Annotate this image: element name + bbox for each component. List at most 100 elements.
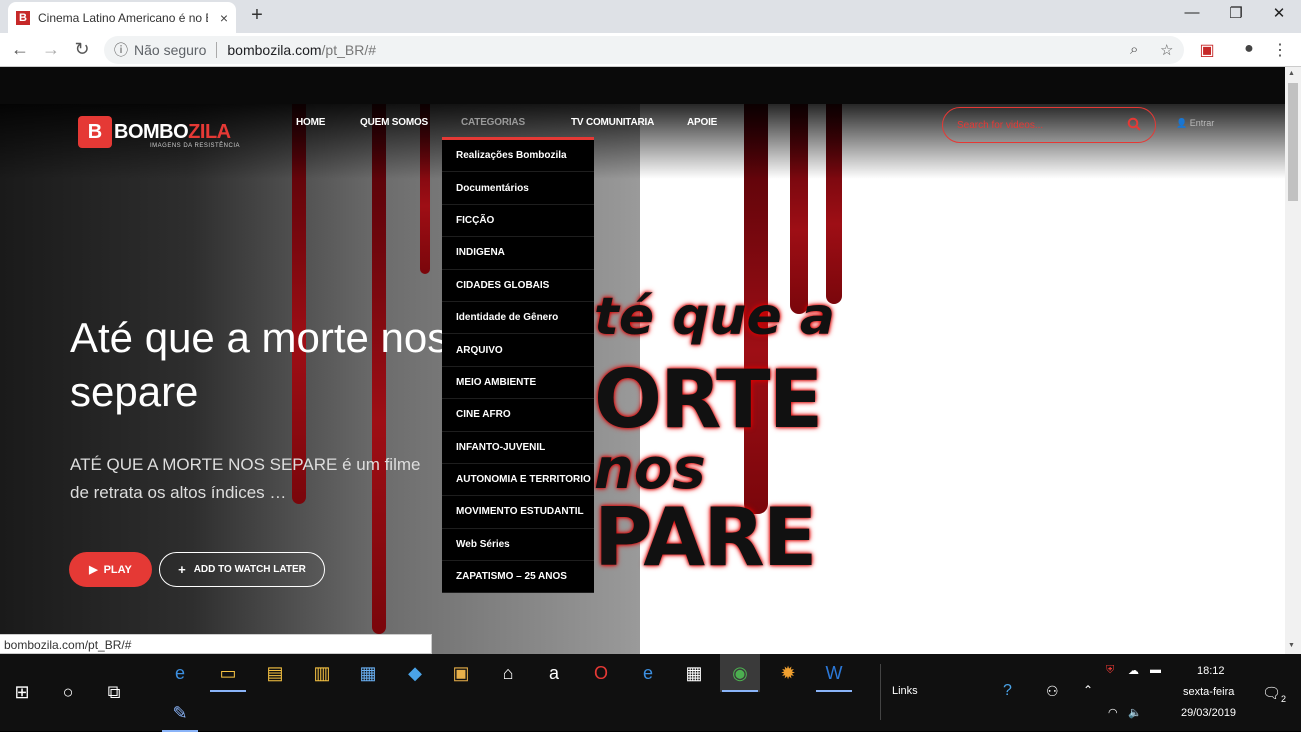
category-menu-item[interactable]: INFANTO-JUVENIL [442, 432, 594, 464]
amazon-icon[interactable]: a [534, 654, 574, 692]
battery-icon[interactable]: ▬ [1150, 664, 1161, 676]
category-menu-item[interactable]: CINE AFRO [442, 399, 594, 432]
restore-button[interactable]: ❐ [1216, 4, 1256, 22]
play-icon: ▶ [89, 564, 98, 576]
links-toolbar[interactable]: Links [892, 685, 918, 697]
extension-icon[interactable]: ▣ [1197, 40, 1217, 60]
control-panel-icon[interactable]: ▦ [348, 654, 388, 692]
clock-date[interactable]: 29/03/2019 [1181, 707, 1236, 719]
category-menu-item[interactable]: INDIGENA [442, 237, 594, 270]
tab-title: Cinema Latino Americano é no B [38, 10, 208, 25]
documents-icon[interactable]: ▤ [255, 654, 295, 692]
bookmark-star-icon[interactable]: ☆ [1160, 41, 1173, 59]
zoom-icon[interactable]: ⌕ [1130, 41, 1138, 58]
onedrive-cloud-icon[interactable]: ☁ [1128, 664, 1139, 677]
settings-gear-icon[interactable]: ✹ [768, 654, 808, 692]
search-icon[interactable] [1127, 117, 1141, 131]
hero-description: ATÉ QUE A MORTE NOS SEPARE é um filme de… [70, 455, 421, 502]
calculator-icon[interactable]: ▦ [674, 654, 714, 692]
info-icon[interactable]: ⓘ [114, 40, 128, 60]
top-dark-band [0, 67, 1285, 104]
category-menu-item[interactable]: Identidade de Gênero [442, 302, 594, 335]
notification-count: 2 [1281, 694, 1287, 704]
close-window-button[interactable]: ✕ [1259, 4, 1299, 22]
scroll-down-icon[interactable]: ▼ [1288, 642, 1295, 649]
close-tab-icon[interactable]: × [220, 10, 228, 26]
login-label: Entrar [1189, 118, 1215, 128]
logo-red: ZILA [188, 120, 231, 143]
logo-tagline: IMAGENS DA RESISTÊNCIA [150, 143, 241, 149]
poster-line-4: PARE [594, 491, 817, 584]
folder-icon[interactable]: ▥ [302, 654, 342, 692]
nav-tv-comunitaria[interactable]: TV COMUNITARIA [571, 117, 654, 128]
category-menu-item[interactable]: CIDADES GLOBAIS [442, 270, 594, 302]
category-menu-item[interactable]: MEIO AMBIENTE [442, 367, 594, 400]
link-status-bar: bombozila.com/pt_BR/# [0, 634, 432, 654]
address-separator [216, 42, 218, 58]
network-icon[interactable]: ◆ [395, 654, 435, 692]
scroll-thumb[interactable] [1288, 83, 1298, 201]
category-menu-item[interactable]: ARQUIVO [442, 334, 594, 367]
url-path: /pt_BR/# [321, 42, 377, 58]
help-icon[interactable]: ? [1003, 682, 1012, 700]
opera-icon[interactable]: O [581, 654, 621, 692]
bombozila-favicon-icon: B [16, 10, 30, 25]
scroll-up-icon[interactable]: ▲ [1288, 70, 1295, 77]
app-icon[interactable]: ▣ [441, 654, 481, 692]
profile-icon[interactable]: ● [1239, 40, 1259, 58]
category-menu-item[interactable]: Documentários [442, 172, 594, 205]
security-shield-icon[interactable]: ⛨ [1106, 664, 1114, 677]
page-scrollbar[interactable]: ▲ ▼ [1285, 67, 1301, 654]
poster-line-1: té que a [594, 287, 835, 347]
home-icon[interactable]: ⌂ [488, 654, 528, 692]
user-icon: 👤 [1176, 118, 1188, 128]
reload-icon[interactable]: ↻ [71, 39, 93, 60]
category-menu-item[interactable]: AUTONOMIA E TERRITORIO [442, 464, 594, 497]
clock-day[interactable]: sexta-feira [1183, 686, 1234, 698]
back-arrow-icon[interactable]: ← [9, 39, 31, 60]
logo-text: BOMBOZILA [114, 121, 231, 144]
login-link[interactable]: 👤 Entrar [1176, 118, 1214, 129]
wifi-icon[interactable]: ◠ [1108, 706, 1118, 719]
minimize-button[interactable]: — [1172, 4, 1212, 21]
category-menu-item[interactable]: FICÇÃO [442, 205, 594, 238]
volume-icon[interactable]: 🔈 [1128, 706, 1142, 719]
file-explorer-icon[interactable]: ▭ [208, 654, 248, 692]
clock-time[interactable]: 18:12 [1197, 665, 1225, 677]
web-page: té que a ORTE nos PARE B BOMBOZILA IMAGE… [0, 67, 1285, 654]
browser-tab[interactable]: B Cinema Latino Americano é no B × [8, 2, 236, 33]
notifications-icon[interactable]: 🗨2 [1262, 684, 1286, 704]
new-tab-button[interactable]: + [246, 4, 268, 27]
browser-toolbar: ← → ↻ ⓘ Não seguro bombozila.com/pt_BR/#… [0, 33, 1301, 67]
category-menu-item[interactable]: Web Séries [442, 529, 594, 562]
nav-home[interactable]: HOME [296, 117, 325, 128]
category-menu-item[interactable]: ZAPATISMO – 25 ANOS [442, 561, 594, 594]
forward-arrow-icon[interactable]: → [40, 39, 62, 60]
people-icon[interactable]: ⚇ [1046, 683, 1059, 700]
windows-start-icon[interactable]: ⊞ [2, 673, 42, 711]
plus-icon: + [178, 562, 186, 577]
search-input[interactable] [957, 119, 1117, 131]
play-button[interactable]: ▶ PLAY [69, 552, 152, 587]
add-to-watch-later-button[interactable]: + ADD TO WATCH LATER [159, 552, 325, 587]
paint-icon[interactable]: ✎ [160, 694, 200, 732]
nav-apoie[interactable]: APOIE [687, 117, 717, 128]
hero-title: Até que a morte nos separe [70, 314, 449, 415]
cortana-search-icon[interactable]: ○ [48, 673, 88, 711]
internet-explorer-icon[interactable]: e [628, 654, 668, 692]
browser-tab-bar: B Cinema Latino Americano é no B × + — ❐… [0, 0, 1301, 33]
word-icon[interactable]: W [814, 654, 854, 692]
watch-later-label: ADD TO WATCH LATER [193, 564, 306, 575]
nav-quem-somos[interactable]: QUEM SOMOS [360, 117, 428, 128]
category-menu-item[interactable]: MOVIMENTO ESTUDANTIL [442, 496, 594, 529]
play-label: PLAY [103, 563, 132, 576]
nav-categorias[interactable]: CATEGORIAS [461, 117, 525, 128]
chevron-up-icon[interactable]: ⌃ [1083, 683, 1093, 697]
edge-icon[interactable]: e [160, 654, 200, 692]
menu-kebab-icon[interactable]: ⋮ [1270, 40, 1290, 60]
task-view-icon[interactable]: ⧉ [94, 673, 134, 711]
chrome-icon[interactable]: ◉ [720, 654, 760, 692]
windows-taskbar: ⊞ ○ ⧉ e ▭ ▤ ▥ ▦ ◆ ▣ ⌂ a O e ▦ ◉ ✹ W ✎ Li… [0, 654, 1301, 732]
category-menu-item[interactable]: Realizações Bombozila [442, 140, 594, 173]
address-bar[interactable]: ⓘ Não seguro bombozila.com/pt_BR/# ⌕ ☆ [104, 36, 1184, 64]
